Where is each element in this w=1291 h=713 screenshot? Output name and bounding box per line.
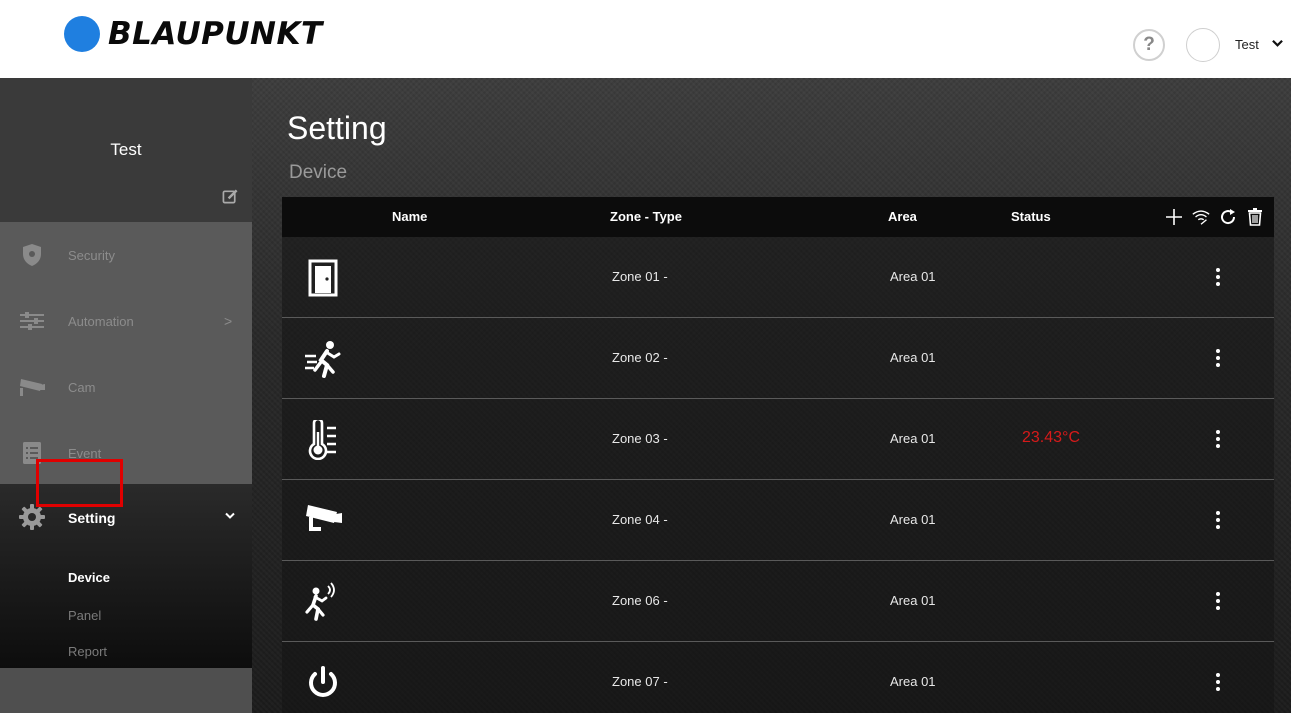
column-header-name: Name xyxy=(392,209,428,224)
sidebar-item-cam[interactable]: Cam xyxy=(0,354,252,420)
zone-type-cell: Zone 06 - xyxy=(612,593,668,608)
user-menu-name[interactable]: Test xyxy=(1235,37,1259,52)
power-icon xyxy=(302,662,344,704)
selection-highlight xyxy=(36,459,123,507)
area-cell: Area 01 xyxy=(890,512,936,527)
zone-type-cell: Zone 04 - xyxy=(612,512,668,527)
page-subtitle: Device xyxy=(289,162,348,183)
more-vertical-icon[interactable] xyxy=(1210,265,1226,289)
sidebar-item-label: Cam xyxy=(68,379,96,395)
sidebar-item-label: Security xyxy=(68,247,115,263)
camera-icon xyxy=(302,500,344,542)
device-table: Name Zone - Type Area Status Zone 01 - A… xyxy=(282,197,1274,713)
delete-icon[interactable] xyxy=(1245,207,1265,227)
add-icon[interactable] xyxy=(1164,207,1184,227)
sliders-icon xyxy=(18,307,46,335)
brand-name: BLAUPUNKT xyxy=(108,16,323,52)
table-row[interactable]: Zone 07 - Area 01 xyxy=(282,642,1274,713)
temperature-sensor-icon xyxy=(302,419,344,461)
brand-dot xyxy=(64,16,100,52)
chevron-down-icon[interactable] xyxy=(1272,38,1283,49)
sidebar-subitem-report[interactable]: Report xyxy=(68,644,107,659)
zone-type-cell: Zone 01 - xyxy=(612,269,668,284)
more-vertical-icon[interactable] xyxy=(1210,427,1226,451)
more-vertical-icon[interactable] xyxy=(1210,346,1226,370)
table-actions xyxy=(1164,207,1265,227)
sidebar-footer xyxy=(0,668,252,713)
area-cell: Area 01 xyxy=(890,269,936,284)
table-row[interactable]: Zone 06 - Area 01 xyxy=(282,561,1274,642)
main-content: Setting Device Name Zone - Type Area Sta… xyxy=(252,78,1291,713)
wifi-scan-icon[interactable] xyxy=(1191,207,1211,227)
brand-logo[interactable]: BLAUPUNKT xyxy=(64,16,323,52)
column-header-status: Status xyxy=(1011,209,1051,224)
table-header: Name Zone - Type Area Status xyxy=(282,197,1274,237)
shield-icon xyxy=(18,241,46,269)
table-row[interactable]: Zone 04 - Area 01 xyxy=(282,480,1274,561)
more-vertical-icon[interactable] xyxy=(1210,508,1226,532)
chevron-right-icon: > xyxy=(224,313,233,329)
zone-type-cell: Zone 07 - xyxy=(612,674,668,689)
status-cell: 23.43°C xyxy=(1022,429,1080,446)
door-sensor-icon xyxy=(302,257,344,299)
motion-wave-icon xyxy=(302,581,344,623)
table-row[interactable]: Zone 03 - Area 01 23.43°C xyxy=(282,399,1274,480)
column-header-zone-type: Zone - Type xyxy=(610,209,682,224)
gear-icon xyxy=(18,503,46,531)
camera-icon xyxy=(18,373,46,401)
sidebar-subitem-device[interactable]: Device xyxy=(68,570,110,585)
edit-icon[interactable] xyxy=(222,188,239,205)
sidebar-user-name: Test xyxy=(110,140,142,159)
help-button[interactable]: ? xyxy=(1133,29,1165,61)
refresh-icon[interactable] xyxy=(1218,207,1238,227)
sidebar-item-label: Automation xyxy=(68,313,134,329)
sidebar-item-automation[interactable]: Automation > xyxy=(0,288,252,354)
area-cell: Area 01 xyxy=(890,674,936,689)
area-cell: Area 01 xyxy=(890,431,936,446)
sidebar-subitem-panel[interactable]: Panel xyxy=(68,608,101,623)
table-row[interactable]: Zone 02 - Area 01 xyxy=(282,318,1274,399)
more-vertical-icon[interactable] xyxy=(1210,589,1226,613)
column-header-area: Area xyxy=(888,209,917,224)
sidebar-user-panel: Test xyxy=(0,78,252,222)
table-row[interactable]: Zone 01 - Area 01 xyxy=(282,237,1274,318)
zone-type-cell: Zone 02 - xyxy=(612,350,668,365)
page-title: Setting xyxy=(287,110,387,146)
sidebar-item-security[interactable]: Security xyxy=(0,222,252,288)
zone-type-cell: Zone 03 - xyxy=(612,431,668,446)
area-cell: Area 01 xyxy=(890,593,936,608)
sidebar: Test Security Automation > Cam Event Set… xyxy=(0,78,252,713)
avatar[interactable] xyxy=(1186,28,1220,62)
chevron-down-icon[interactable] xyxy=(224,510,236,522)
motion-detector-icon xyxy=(302,338,344,380)
area-cell: Area 01 xyxy=(890,350,936,365)
sidebar-item-setting-group: Setting Device Panel Report xyxy=(0,484,252,668)
sidebar-item-label: Setting xyxy=(68,510,116,526)
top-bar: BLAUPUNKT ? Test xyxy=(0,0,1291,78)
more-vertical-icon[interactable] xyxy=(1210,670,1226,694)
sidebar-nav: Security Automation > Cam Event xyxy=(0,222,252,484)
